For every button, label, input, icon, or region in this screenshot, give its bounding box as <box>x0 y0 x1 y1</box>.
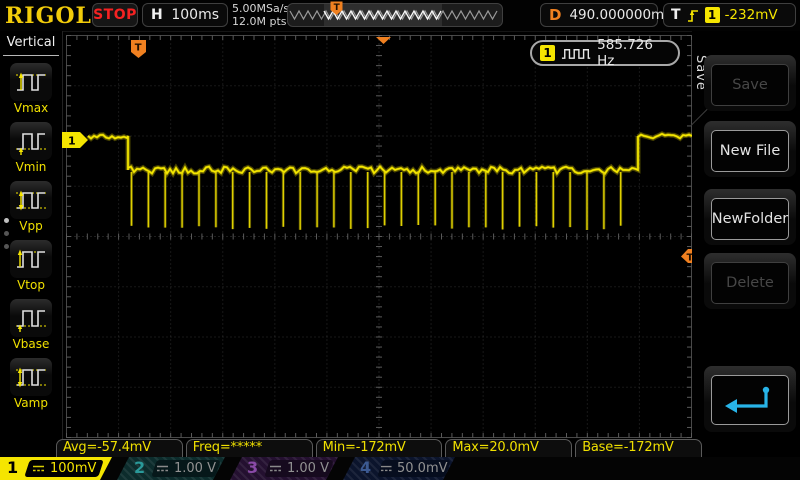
menu-item-label: Vmax <box>13 101 49 115</box>
soft-menu-panel: Save Save New File NewFolder Delete <box>690 31 800 458</box>
menu-item-vpp[interactable]: Vpp <box>0 181 62 233</box>
dc-coupling-icon <box>380 464 392 473</box>
measure-sidebar: Vertical Vmax Vmin Vpp Vtop Vbase Vamp <box>0 31 63 458</box>
delay-label: D <box>549 6 562 24</box>
channel-1-indicator[interactable]: 1 100mV <box>0 457 112 480</box>
waveform-overview-bar[interactable] <box>287 3 503 27</box>
trigger-readout: T 1 -232mV <box>663 3 796 27</box>
channel-2-indicator[interactable]: 2 1.00 V <box>117 457 225 480</box>
measurement-min[interactable]: Min=-172mV <box>315 439 443 457</box>
run-stop-indicator[interactable]: STOP <box>92 3 138 27</box>
frequency-counter: 1 585.726 Hz <box>530 37 680 69</box>
dc-coupling-icon <box>156 464 169 473</box>
trigger-level-value: -232mV <box>724 7 778 23</box>
sidebar-title: Vertical <box>3 35 59 56</box>
new-file-button[interactable]: New File <box>711 130 789 172</box>
vpp-icon <box>16 190 46 211</box>
measurement-freq[interactable]: Freq=***** <box>185 439 313 457</box>
channel-number: 2 <box>134 458 146 477</box>
horizontal-timebase[interactable]: H 100ms <box>142 3 228 27</box>
menu-item-label: Vpp <box>19 219 43 233</box>
waveform-display: 1 T T <box>62 35 694 438</box>
rigol-logo: RIGOL <box>5 3 92 29</box>
graticule <box>66 35 692 438</box>
menu-item-label: Vamp <box>14 396 48 410</box>
freq-counter-value: 585.726 Hz <box>597 37 653 69</box>
memory-depth: 12.0M pts <box>232 15 287 28</box>
menu-item-vbase[interactable]: Vbase <box>0 299 62 351</box>
channel-scale: 50.0mV <box>397 460 448 476</box>
vamp-icon <box>16 367 46 388</box>
overview-trigger-position-icon[interactable]: T <box>330 1 343 16</box>
return-arrow-icon <box>725 386 770 413</box>
freq-counter-channel-badge: 1 <box>540 45 555 61</box>
menu-item-vmax[interactable]: Vmax <box>0 63 62 115</box>
dc-coupling-icon <box>269 464 282 473</box>
delete-button[interactable]: Delete <box>711 262 789 304</box>
acquisition-info: 5.00MSa/s 12.0M pts <box>232 2 289 28</box>
menu-item-label: Vbase <box>12 337 50 351</box>
vmax-icon <box>16 72 46 91</box>
channel-scale: 100mV <box>49 460 97 476</box>
svg-text:1: 1 <box>68 135 76 148</box>
overview-waveform <box>288 4 502 26</box>
delay-value: 490.000000ms <box>569 7 672 23</box>
softkey-slot: NewFolder <box>704 189 796 245</box>
measurement-avg[interactable]: Avg=-57.4mV <box>56 439 183 457</box>
channel-4-indicator[interactable]: 4 50.0mV <box>343 457 455 480</box>
vtop-icon <box>17 249 46 268</box>
channel-number: 4 <box>360 458 372 477</box>
menu-item-vmin[interactable]: Vmin <box>0 122 62 174</box>
menu-item-label: Vmin <box>15 160 47 174</box>
measurement-max[interactable]: Max=20.0mV <box>445 439 573 457</box>
menu-item-label: Vtop <box>17 278 45 292</box>
channel-scale: 1.00 V <box>287 460 329 476</box>
vmin-icon <box>16 133 46 155</box>
oscilloscope-screen: RIGOL STOP H 100ms 5.00MSa/s 12.0M pts T… <box>0 0 800 480</box>
square-wave-icon <box>561 48 591 59</box>
channel-scale: 1.00 V <box>174 460 216 476</box>
vbase-icon <box>16 310 46 332</box>
save-button[interactable]: Save <box>711 64 789 106</box>
delay-readout: D 490.000000ms <box>540 3 671 27</box>
softkey-slot: Save <box>704 55 796 111</box>
trigger-source-badge: 1 <box>704 7 720 23</box>
channel-number: 1 <box>7 458 19 477</box>
channel-status-bar: 1 100mV 2 1.00 V 3 1.00 V 4 50.0mV <box>0 457 800 480</box>
sample-rate: 5.00MSa/s <box>232 2 290 15</box>
rising-edge-icon <box>687 10 698 22</box>
new-folder-button[interactable]: NewFolder <box>711 198 789 240</box>
softkey-slot: New File <box>704 121 796 177</box>
top-status-bar: RIGOL STOP H 100ms 5.00MSa/s 12.0M pts T… <box>0 0 800 32</box>
horizontal-label: H <box>151 7 163 23</box>
svg-text:T: T <box>334 3 341 13</box>
back-button[interactable] <box>711 375 789 425</box>
measurement-bar: Avg=-57.4mV Freq=***** Min=-172mV Max=20… <box>56 439 702 457</box>
channel-3-indicator[interactable]: 3 1.00 V <box>230 457 338 480</box>
softkey-slot <box>704 366 796 432</box>
dc-coupling-icon <box>32 464 45 473</box>
svg-text:T: T <box>135 43 142 54</box>
menu-page-indicator <box>4 218 9 257</box>
menu-item-vtop[interactable]: Vtop <box>0 240 62 292</box>
channel-number: 3 <box>247 458 259 477</box>
run-state-label: STOP <box>93 7 137 23</box>
timebase-value: 100ms <box>171 7 219 23</box>
trigger-label: T <box>671 7 681 23</box>
measurement-base[interactable]: Base=-172mV <box>575 439 702 457</box>
menu-item-vamp[interactable]: Vamp <box>0 358 62 410</box>
softkey-slot: Delete <box>704 253 796 309</box>
